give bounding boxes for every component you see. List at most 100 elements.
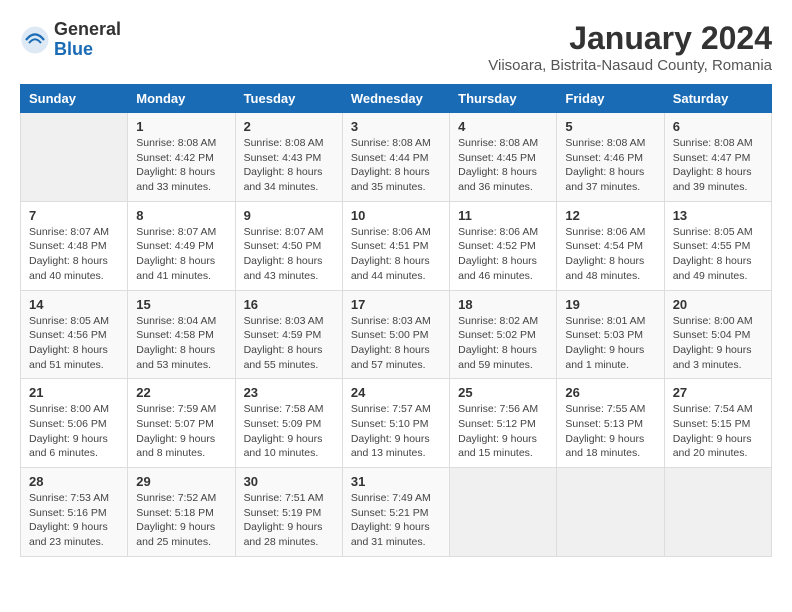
- day-number: 9: [244, 208, 334, 223]
- day-cell: 4 Sunrise: 8:08 AMSunset: 4:45 PMDaylight…: [450, 113, 557, 202]
- day-cell: [450, 468, 557, 557]
- month-year-title: January 2024: [488, 20, 772, 57]
- weekday-header-wednesday: Wednesday: [342, 85, 449, 113]
- week-row-1: 1 Sunrise: 8:08 AMSunset: 4:42 PMDaylight…: [21, 113, 772, 202]
- day-number: 5: [565, 119, 655, 134]
- week-row-5: 28 Sunrise: 7:53 AMSunset: 5:16 PMDayligh…: [21, 468, 772, 557]
- day-number: 1: [136, 119, 226, 134]
- calendar-table: SundayMondayTuesdayWednesdayThursdayFrid…: [20, 84, 772, 557]
- day-cell: [21, 113, 128, 202]
- day-info: Sunrise: 8:04 AMSunset: 4:58 PMDaylight:…: [136, 314, 226, 373]
- day-number: 8: [136, 208, 226, 223]
- day-cell: 27Sunrise: 7:54 AMSunset: 5:15 PMDayligh…: [664, 379, 771, 468]
- day-number: 12: [565, 208, 655, 223]
- day-info: Sunrise: 7:54 AMSunset: 5:15 PMDaylight:…: [673, 402, 763, 461]
- day-number: 13: [673, 208, 763, 223]
- day-cell: 24Sunrise: 7:57 AMSunset: 5:10 PMDayligh…: [342, 379, 449, 468]
- day-info: Sunrise: 8:03 AMSunset: 5:00 PMDaylight:…: [351, 314, 441, 373]
- day-number: 28: [29, 474, 119, 489]
- day-info: Sunrise: 7:49 AMSunset: 5:21 PMDaylight:…: [351, 491, 441, 550]
- day-info: Sunrise: 8:07 AMSunset: 4:48 PMDaylight:…: [29, 225, 119, 284]
- week-row-4: 21 Sunrise: 8:00 AMSunset: 5:06 PMDayligh…: [21, 379, 772, 468]
- day-number: 17: [351, 297, 441, 312]
- day-number: 21: [29, 385, 119, 400]
- weekday-header-sunday: Sunday: [21, 85, 128, 113]
- day-info: Sunrise: 8:08 AMSunset: 4:45 PMDaylight:…: [458, 136, 548, 195]
- day-info: Sunrise: 7:53 AMSunset: 5:16 PMDaylight:…: [29, 491, 119, 550]
- day-info: Sunrise: 7:51 AMSunset: 5:19 PMDaylight:…: [244, 491, 334, 550]
- day-info: Sunrise: 8:07 AMSunset: 4:50 PMDaylight:…: [244, 225, 334, 284]
- day-info: Sunrise: 8:08 AMSunset: 4:44 PMDaylight:…: [351, 136, 441, 195]
- day-number: 29: [136, 474, 226, 489]
- weekday-header-saturday: Saturday: [664, 85, 771, 113]
- day-info: Sunrise: 8:06 AMSunset: 4:52 PMDaylight:…: [458, 225, 548, 284]
- day-cell: 30 Sunrise: 7:51 AMSunset: 5:19 PMDayligh…: [235, 468, 342, 557]
- day-cell: 25 Sunrise: 7:56 AMSunset: 5:12 PMDayligh…: [450, 379, 557, 468]
- day-number: 31: [351, 474, 441, 489]
- day-number: 23: [244, 385, 334, 400]
- logo-general: General: [54, 20, 121, 40]
- day-info: Sunrise: 8:07 AMSunset: 4:49 PMDaylight:…: [136, 225, 226, 284]
- day-number: 26: [565, 385, 655, 400]
- day-number: 16: [244, 297, 334, 312]
- day-info: Sunrise: 8:08 AMSunset: 4:42 PMDaylight:…: [136, 136, 226, 195]
- page-header: General Blue January 2024 Viisoara, Bist…: [20, 20, 772, 74]
- day-cell: 28 Sunrise: 7:53 AMSunset: 5:16 PMDayligh…: [21, 468, 128, 557]
- day-cell: 12Sunrise: 8:06 AMSunset: 4:54 PMDayligh…: [557, 201, 664, 290]
- day-number: 2: [244, 119, 334, 134]
- day-info: Sunrise: 8:03 AMSunset: 4:59 PMDaylight:…: [244, 314, 334, 373]
- day-number: 20: [673, 297, 763, 312]
- week-row-2: 7 Sunrise: 8:07 AMSunset: 4:48 PMDaylight…: [21, 201, 772, 290]
- day-info: Sunrise: 8:00 AMSunset: 5:06 PMDaylight:…: [29, 402, 119, 461]
- weekday-header-friday: Friday: [557, 85, 664, 113]
- location-subtitle: Viisoara, Bistrita-Nasaud County, Romani…: [488, 57, 772, 74]
- day-cell: 10Sunrise: 8:06 AMSunset: 4:51 PMDayligh…: [342, 201, 449, 290]
- day-cell: 14Sunrise: 8:05 AMSunset: 4:56 PMDayligh…: [21, 290, 128, 379]
- day-info: Sunrise: 7:52 AMSunset: 5:18 PMDaylight:…: [136, 491, 226, 550]
- day-cell: 23 Sunrise: 7:58 AMSunset: 5:09 PMDayligh…: [235, 379, 342, 468]
- weekday-header-tuesday: Tuesday: [235, 85, 342, 113]
- day-cell: [557, 468, 664, 557]
- day-cell: 16 Sunrise: 8:03 AMSunset: 4:59 PMDayligh…: [235, 290, 342, 379]
- day-info: Sunrise: 7:58 AMSunset: 5:09 PMDaylight:…: [244, 402, 334, 461]
- day-cell: 3 Sunrise: 8:08 AMSunset: 4:44 PMDaylight…: [342, 113, 449, 202]
- day-number: 22: [136, 385, 226, 400]
- day-info: Sunrise: 7:56 AMSunset: 5:12 PMDaylight:…: [458, 402, 548, 461]
- logo-icon: [20, 25, 50, 55]
- day-cell: 7 Sunrise: 8:07 AMSunset: 4:48 PMDaylight…: [21, 201, 128, 290]
- day-cell: 8 Sunrise: 8:07 AMSunset: 4:49 PMDaylight…: [128, 201, 235, 290]
- day-cell: 6 Sunrise: 8:08 AMSunset: 4:47 PMDaylight…: [664, 113, 771, 202]
- day-number: 4: [458, 119, 548, 134]
- day-info: Sunrise: 7:55 AMSunset: 5:13 PMDaylight:…: [565, 402, 655, 461]
- day-number: 25: [458, 385, 548, 400]
- day-cell: 13Sunrise: 8:05 AMSunset: 4:55 PMDayligh…: [664, 201, 771, 290]
- day-number: 11: [458, 208, 548, 223]
- weekday-header-row: SundayMondayTuesdayWednesdayThursdayFrid…: [21, 85, 772, 113]
- day-number: 19: [565, 297, 655, 312]
- day-cell: 18Sunrise: 8:02 AMSunset: 5:02 PMDayligh…: [450, 290, 557, 379]
- day-cell: 15 Sunrise: 8:04 AMSunset: 4:58 PMDayligh…: [128, 290, 235, 379]
- logo-text: General Blue: [54, 20, 121, 60]
- day-info: Sunrise: 8:00 AMSunset: 5:04 PMDaylight:…: [673, 314, 763, 373]
- day-cell: 19 Sunrise: 8:01 AMSunset: 5:03 PMDayligh…: [557, 290, 664, 379]
- day-cell: 31 Sunrise: 7:49 AMSunset: 5:21 PMDayligh…: [342, 468, 449, 557]
- weekday-header-monday: Monday: [128, 85, 235, 113]
- day-number: 3: [351, 119, 441, 134]
- weekday-header-thursday: Thursday: [450, 85, 557, 113]
- day-number: 24: [351, 385, 441, 400]
- day-info: Sunrise: 8:08 AMSunset: 4:47 PMDaylight:…: [673, 136, 763, 195]
- day-cell: 5Sunrise: 8:08 AMSunset: 4:46 PMDaylight…: [557, 113, 664, 202]
- day-cell: 1 Sunrise: 8:08 AMSunset: 4:42 PMDaylight…: [128, 113, 235, 202]
- day-number: 15: [136, 297, 226, 312]
- logo-blue: Blue: [54, 40, 121, 60]
- day-number: 7: [29, 208, 119, 223]
- day-number: 30: [244, 474, 334, 489]
- day-number: 18: [458, 297, 548, 312]
- day-cell: [664, 468, 771, 557]
- day-number: 6: [673, 119, 763, 134]
- day-info: Sunrise: 8:01 AMSunset: 5:03 PMDaylight:…: [565, 314, 655, 373]
- day-number: 14: [29, 297, 119, 312]
- day-cell: 22Sunrise: 7:59 AMSunset: 5:07 PMDayligh…: [128, 379, 235, 468]
- day-cell: 11 Sunrise: 8:06 AMSunset: 4:52 PMDayligh…: [450, 201, 557, 290]
- day-cell: 9 Sunrise: 8:07 AMSunset: 4:50 PMDaylight…: [235, 201, 342, 290]
